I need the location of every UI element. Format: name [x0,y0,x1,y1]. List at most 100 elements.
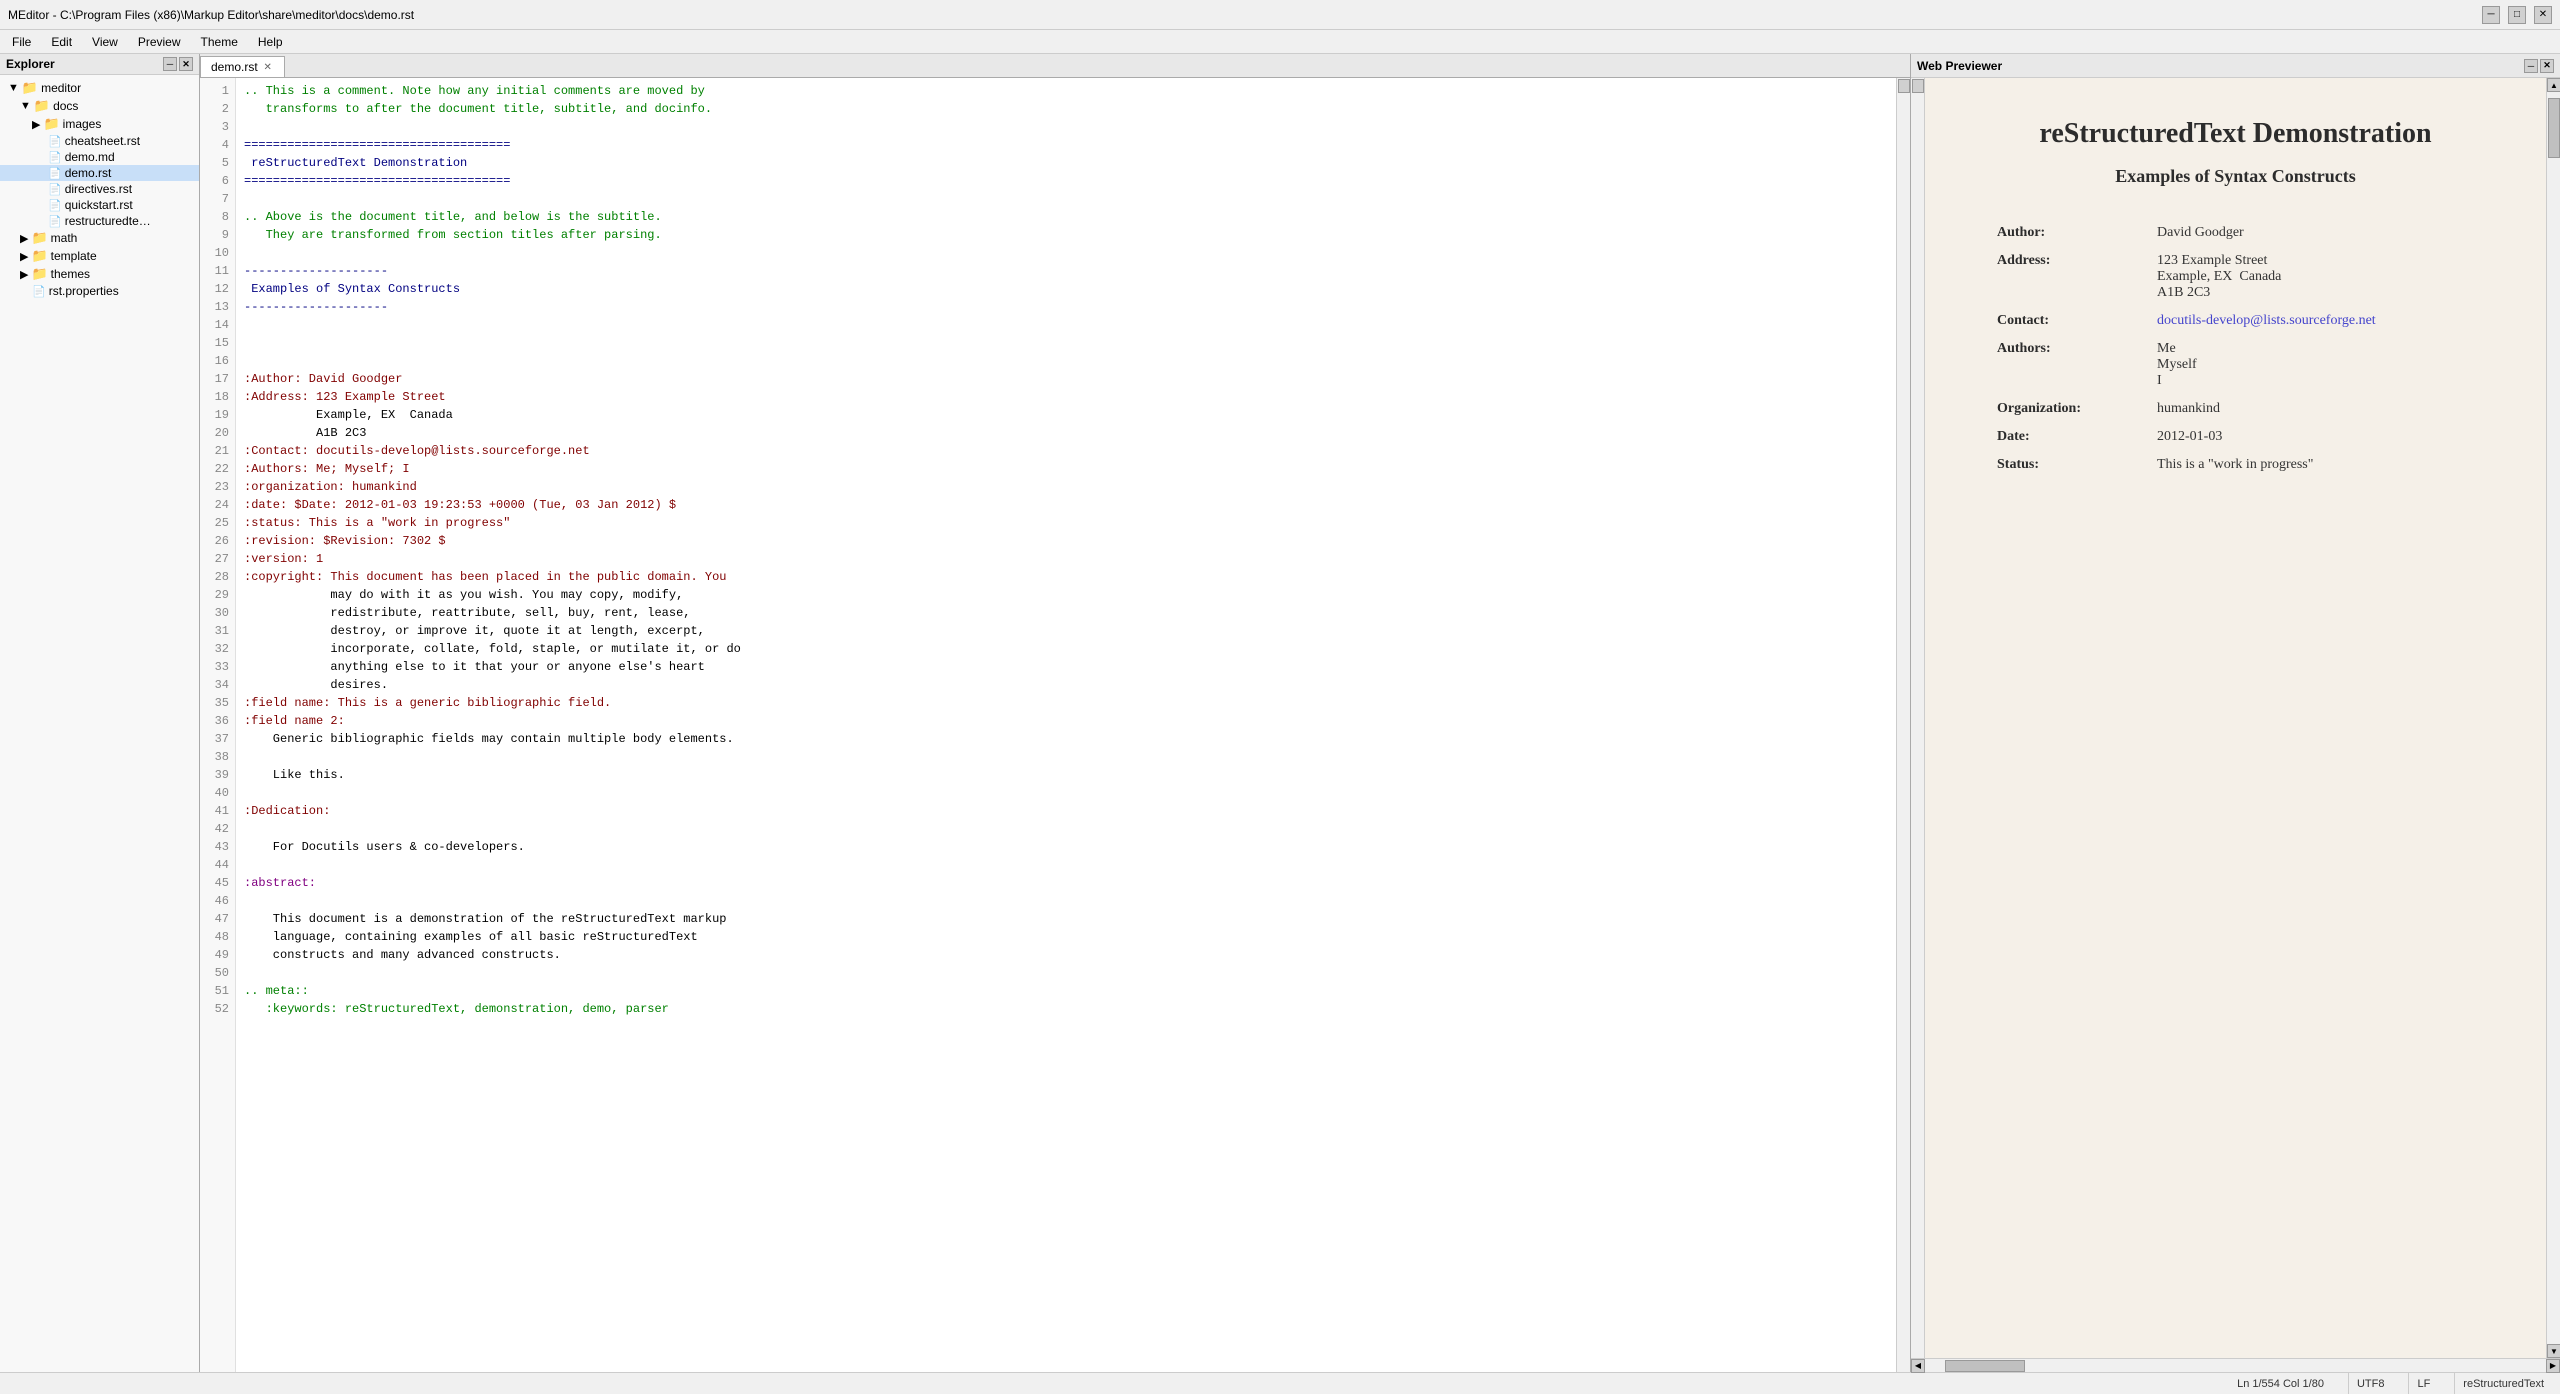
contact-link[interactable]: docutils-develop@lists.sourceforge.net [2157,313,2376,328]
meta-label-address: Address: [1985,247,2145,307]
tree-label-demo-md: demo.md [65,150,115,164]
meta-value-authors: MeMyselfI [2145,335,2486,395]
tree-item-docs[interactable]: ▼ 📁 docs [0,97,199,115]
status-file-type: reStructuredText [2454,1373,2552,1394]
menu-edit[interactable]: Edit [43,33,80,51]
meta-row-contact: Contact: docutils-develop@lists.sourcefo… [1985,307,2486,335]
tab-close-button[interactable]: ✕ [262,61,274,73]
tree-label-themes: themes [51,267,90,281]
tree-item-directives[interactable]: 📄 directives.rst [0,181,199,197]
tree-label-docs: docs [53,99,78,113]
meta-value-address: 123 Example Street Example, EX Canada A1… [2145,247,2486,307]
explorer-header: Explorer ─ ✕ [0,54,199,75]
menu-preview[interactable]: Preview [130,33,189,51]
meta-label-organization: Organization: [1985,395,2145,423]
close-button[interactable]: ✕ [2534,6,2552,24]
tree-item-quickstart[interactable]: 📄 quickstart.rst [0,197,199,213]
tab-bar: demo.rst ✕ [200,54,1910,78]
tab-demo-rst[interactable]: demo.rst ✕ [200,56,285,77]
meta-label-author: Author: [1985,219,2145,247]
meta-value-organization: humankind [2145,395,2486,423]
tree-item-template[interactable]: ▶ 📁 template [0,247,199,265]
tree-label-quickstart: quickstart.rst [65,198,133,212]
line-numbers: 1234567891011121314151617181920212223242… [200,78,236,1372]
folder-closed-icon: ▶ [32,118,40,131]
status-position: Ln 1/554 Col 1/80 [2229,1373,2332,1394]
tree-label-directives: directives.rst [65,182,132,196]
code-area[interactable]: .. This is a comment. Note how any initi… [236,78,1896,1372]
preview-scrollbar-thumb[interactable] [2548,98,2560,158]
menu-bar: File Edit View Preview Theme Help [0,30,2560,54]
meta-label-authors: Authors: [1985,335,2145,395]
preview-meta-table: Author: David Goodger Address: 123 Examp… [1985,219,2486,479]
tree-item-demo-md[interactable]: 📄 demo.md [0,149,199,165]
preview-scrollbar-left[interactable] [1911,78,1925,1358]
preview-header-controls: ─ ✕ [2524,59,2554,73]
tree-label-demo-rst: demo.rst [65,166,112,180]
meta-value-author: David Goodger [2145,219,2486,247]
preview-pin-button[interactable]: ─ [2524,59,2538,73]
preview-close-button[interactable]: ✕ [2540,59,2554,73]
tree-label-restructuredtext: restructuredte… [65,214,151,228]
tree-item-math[interactable]: ▶ 📁 math [0,229,199,247]
meta-label-date: Date: [1985,423,2145,451]
tree-label-rst-properties: rst.properties [49,284,119,298]
tree-label-images: images [63,117,102,131]
title-bar-text: MEditor - C:\Program Files (x86)\Markup … [8,8,414,22]
preview-scrollbar-h-thumb[interactable] [1945,1360,2025,1372]
tab-label: demo.rst [211,60,258,74]
meta-label-status: Status: [1985,451,2145,479]
menu-theme[interactable]: Theme [193,33,246,51]
tree-item-cheatsheet[interactable]: 📄 cheatsheet.rst [0,133,199,149]
menu-file[interactable]: File [4,33,39,51]
preview-title: Web Previewer [1917,59,2002,73]
explorer-panel: Explorer ─ ✕ ▼ 📁 meditor ▼ 📁 docs [0,54,200,1372]
preview-body: reStructuredText Demonstration Examples … [1925,78,2546,1358]
preview-document-subtitle: Examples of Syntax Constructs [1985,166,2486,187]
tree-label-math: math [51,231,78,245]
tree-label-cheatsheet: cheatsheet.rst [65,134,140,148]
editor-scrollbar[interactable] [1896,78,1910,1372]
explorer-controls: ─ ✕ [163,57,193,71]
menu-help[interactable]: Help [250,33,291,51]
folder-open-icon: ▼ [8,82,19,94]
editor-panel: demo.rst ✕ 12345678910111213141516171819… [200,54,1910,1372]
explorer-close-button[interactable]: ✕ [179,57,193,71]
tree-item-rst-properties[interactable]: 📄 rst.properties [0,283,199,299]
meta-row-organization: Organization: humankind [1985,395,2486,423]
meta-row-status: Status: This is a "work in progress" [1985,451,2486,479]
meta-row-address: Address: 123 Example Street Example, EX … [1985,247,2486,307]
maximize-button[interactable]: □ [2508,6,2526,24]
status-line-ending: LF [2408,1373,2438,1394]
editor-content: 1234567891011121314151617181920212223242… [200,78,1910,1372]
folder-closed-icon-themes: ▶ [20,268,28,281]
tree-item-demo-rst[interactable]: 📄 demo.rst [0,165,199,181]
tree-label-template: template [51,249,97,263]
title-bar-controls: ─ □ ✕ [2482,6,2552,24]
preview-panel: Web Previewer ─ ✕ reStructuredText Demon… [1910,54,2560,1372]
scroll-left-button[interactable]: ◀ [1911,1359,1925,1373]
meta-label-contact: Contact: [1985,307,2145,335]
tree-label-meditor: meditor [41,81,81,95]
meta-row-authors: Authors: MeMyselfI [1985,335,2486,395]
preview-content: reStructuredText Demonstration Examples … [1911,78,2560,1358]
explorer-pin-button[interactable]: ─ [163,57,177,71]
scroll-right-button[interactable]: ▶ [2546,1359,2560,1373]
tree-view: ▼ 📁 meditor ▼ 📁 docs ▶ 📁 images 📄 [0,75,199,1372]
folder-open-icon-docs: ▼ [20,100,31,112]
status-encoding: UTF8 [2348,1373,2393,1394]
status-bar: Ln 1/554 Col 1/80 UTF8 LF reStructuredTe… [0,1372,2560,1394]
preview-document-title: reStructuredText Demonstration [1985,118,2486,150]
tree-item-images[interactable]: ▶ 📁 images [0,115,199,133]
tree-item-restructuredtext[interactable]: 📄 restructuredte… [0,213,199,229]
preview-header: Web Previewer ─ ✕ [1911,54,2560,78]
folder-closed-icon-template: ▶ [20,250,28,263]
preview-scrollbar-right[interactable]: ▲ ▼ [2546,78,2560,1358]
tree-item-meditor[interactable]: ▼ 📁 meditor [0,79,199,97]
meta-value-date: 2012-01-03 [2145,423,2486,451]
menu-view[interactable]: View [84,33,126,51]
folder-closed-icon-math: ▶ [20,232,28,245]
minimize-button[interactable]: ─ [2482,6,2500,24]
tree-item-themes[interactable]: ▶ 📁 themes [0,265,199,283]
explorer-title: Explorer [6,57,55,71]
